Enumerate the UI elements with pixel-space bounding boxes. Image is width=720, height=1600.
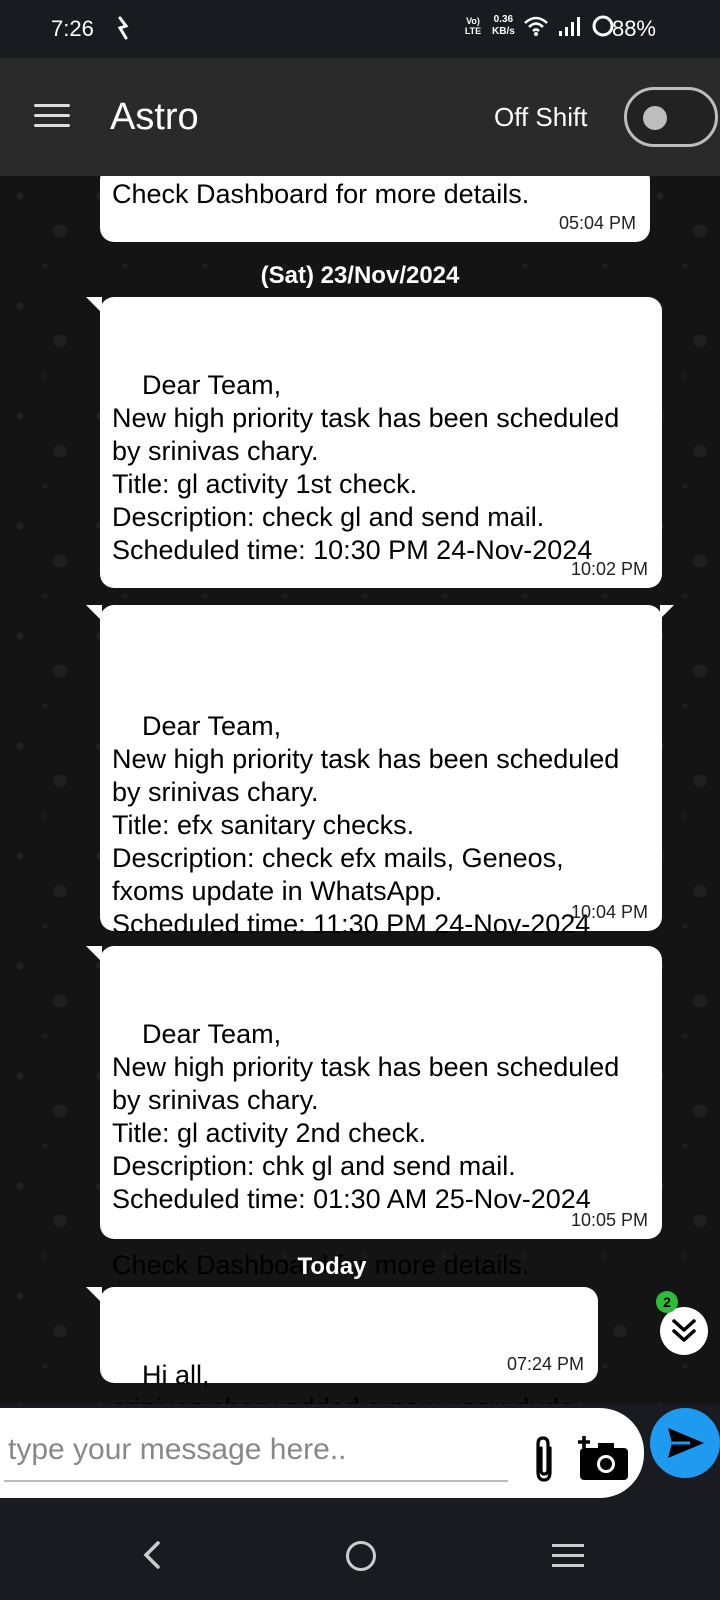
message-text: Check Dashboard for more details. xyxy=(112,179,530,209)
net-speed: 0.36 KB/s xyxy=(492,14,515,38)
date-separator: (Sat) 23/Nov/2024 xyxy=(260,262,460,289)
message-time: 05:04 PM xyxy=(558,213,636,233)
message-bubble: Dear Team, New high priority task has be… xyxy=(86,605,674,1005)
message-time: 10:02 PM xyxy=(570,559,648,579)
message-time: 10:05 PM xyxy=(570,1210,648,1230)
bubble-tail xyxy=(86,605,102,621)
message-text: Dear Team, New high priority task has be… xyxy=(112,1019,620,1280)
volte-top: Vo) xyxy=(466,16,480,26)
input-underline xyxy=(4,1480,508,1482)
date-separator: Today xyxy=(297,1253,367,1280)
status-time: 7:26 xyxy=(51,16,94,41)
vpn-key-icon xyxy=(117,16,129,40)
hamburger-menu-icon[interactable] xyxy=(34,104,70,128)
unread-count-badge: 2 xyxy=(656,1291,678,1313)
bubble-tail xyxy=(86,946,102,962)
camera-add-icon[interactable] xyxy=(576,1434,632,1482)
shift-toggle[interactable] xyxy=(624,87,718,147)
back-icon[interactable] xyxy=(140,1540,164,1570)
message-input[interactable] xyxy=(8,1428,508,1472)
send-icon xyxy=(668,1428,704,1458)
status-bar: 7:26 Vo) LTE 0.36 KB/s 88% xyxy=(0,0,720,58)
app-bar xyxy=(0,58,720,176)
double-chevron-down-icon xyxy=(672,1319,696,1342)
home-icon[interactable] xyxy=(346,1541,376,1571)
app-title: Astro xyxy=(110,96,199,138)
message-text: Hi all, srinivas chary added a new user:… xyxy=(112,1360,574,1404)
message-time: 10:04 PM xyxy=(570,902,648,922)
shift-status-label: Off Shift xyxy=(494,102,588,132)
message-bubble: Dear Team, New high priority task has be… xyxy=(86,946,662,1280)
toggle-knob xyxy=(643,106,667,130)
message-time: 07:24 PM xyxy=(506,1354,584,1374)
status-icons: Vo) LTE 0.36 KB/s xyxy=(462,14,615,38)
bubble-tail xyxy=(86,1287,102,1303)
message-text: Dear Team, New high priority task has be… xyxy=(112,370,620,631)
battery-percent: 88% xyxy=(611,16,656,41)
bubble-tail xyxy=(660,605,674,619)
chat-area[interactable]: Check Dashboard for more details. 05:04 … xyxy=(0,176,720,1404)
message-bubble: Hi all, srinivas chary added a new user:… xyxy=(86,1287,598,1404)
paperclip-icon[interactable] xyxy=(528,1434,560,1486)
volte-indicator: Vo) LTE xyxy=(462,16,484,36)
recent-apps-icon[interactable] xyxy=(552,1544,584,1567)
wifi-icon xyxy=(523,16,548,36)
volte-bottom: LTE xyxy=(464,26,482,36)
signal-icon xyxy=(558,17,580,36)
net-speed-unit: KB/s xyxy=(492,26,515,37)
message-bubble: Check Dashboard for more details. 05:04 … xyxy=(100,176,650,242)
bubble-tail xyxy=(86,297,102,313)
scroll-to-bottom-button[interactable] xyxy=(660,1307,708,1355)
composer-bar xyxy=(0,1404,720,1508)
composer-box xyxy=(0,1408,644,1498)
message-bubble: Dear Team, New high priority task has be… xyxy=(86,297,662,631)
net-speed-value: 0.36 xyxy=(493,14,514,25)
send-button[interactable] xyxy=(650,1408,720,1478)
